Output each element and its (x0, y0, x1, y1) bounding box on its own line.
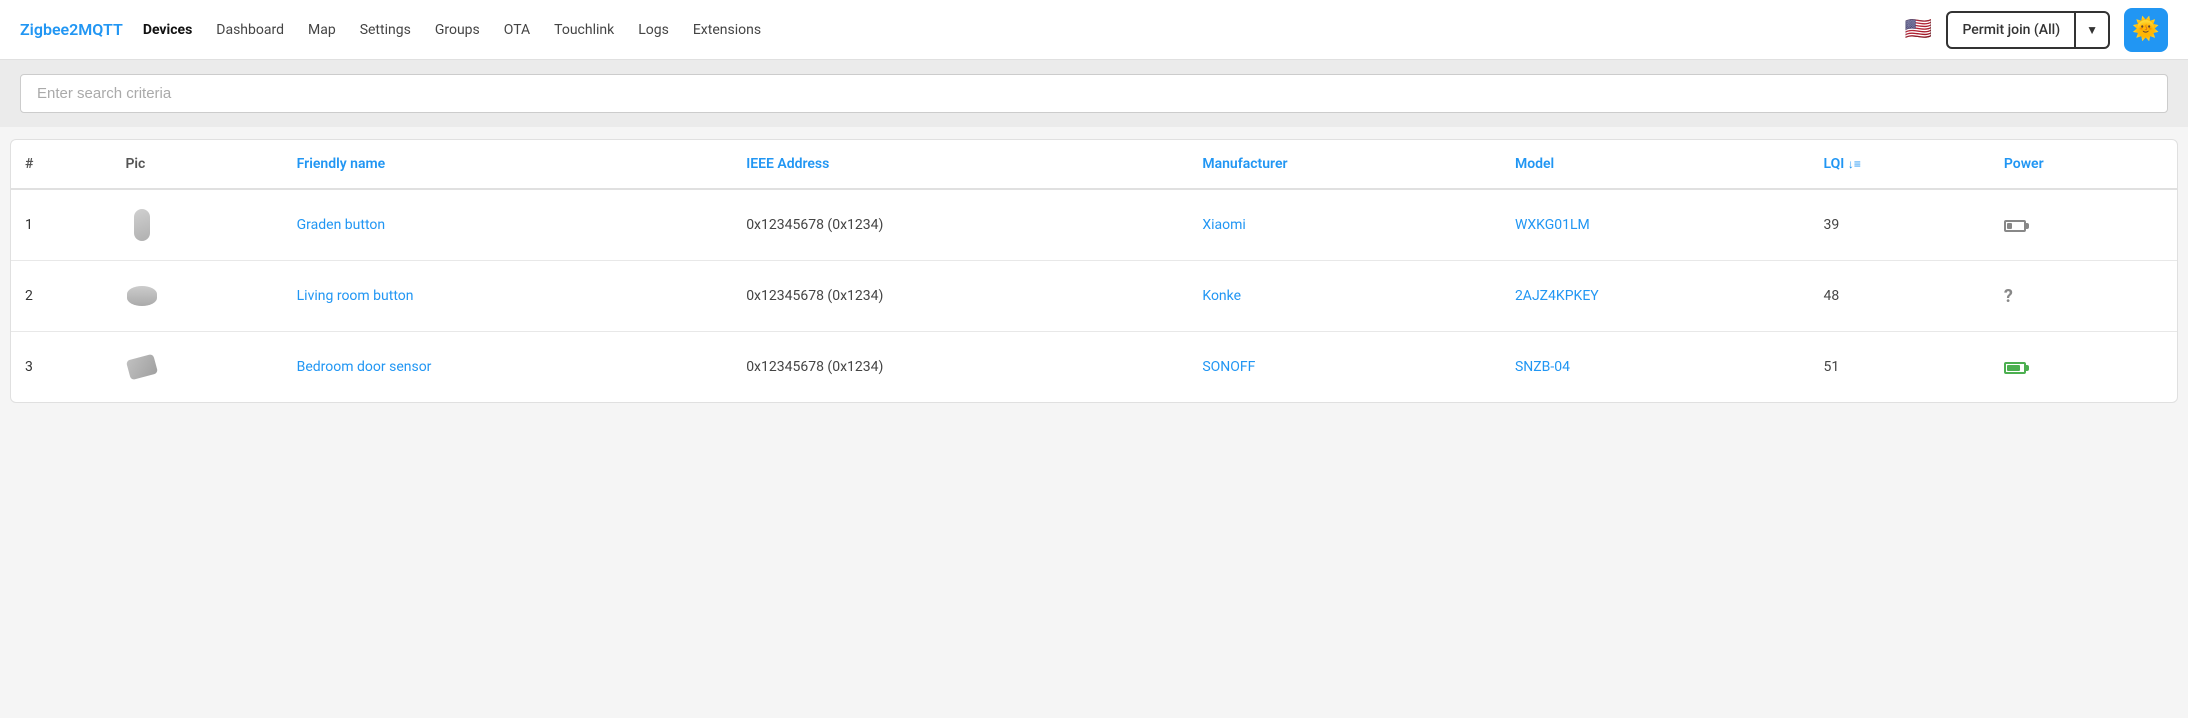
row-3-pic (111, 332, 282, 403)
row-2-num: 2 (11, 261, 111, 332)
nav-devices[interactable]: Devices (133, 16, 202, 44)
row-1-pic (111, 189, 282, 261)
row-3-model[interactable]: SNZB-04 (1501, 332, 1810, 403)
pill-icon (134, 209, 150, 241)
row-3-ieee: 0x12345678 (0x1234) (732, 332, 1188, 403)
nav-map[interactable]: Map (298, 16, 346, 44)
row-2-ieee: 0x12345678 (0x1234) (732, 261, 1188, 332)
table-row: 2 Living room button 0x12345678 (0x1234)… (11, 261, 2177, 332)
col-header-manufacturer[interactable]: Manufacturer (1188, 140, 1501, 189)
table-row: 3 Bedroom door sensor 0x12345678 (0x1234… (11, 332, 2177, 403)
lqi-sort-icon: ↓≡ (1848, 157, 1861, 171)
table-header-row: # Pic Friendly name IEEE Address Manufac… (11, 140, 2177, 189)
row-1-ieee: 0x12345678 (0x1234) (732, 189, 1188, 261)
sensor-icon (126, 354, 158, 381)
col-header-model[interactable]: Model (1501, 140, 1810, 189)
theme-toggle-button[interactable]: 🌞 (2124, 8, 2168, 52)
row-2-friendly-name[interactable]: Living room button (283, 261, 733, 332)
nav-settings[interactable]: Settings (350, 16, 421, 44)
row-2-manufacturer[interactable]: Konke (1188, 261, 1501, 332)
row-3-num: 3 (11, 332, 111, 403)
brand-link[interactable]: Zigbee2MQTT (20, 20, 123, 39)
nav-extensions[interactable]: Extensions (683, 16, 771, 44)
permit-join-label: Permit join (All) (1948, 22, 2074, 38)
col-header-num: # (11, 140, 111, 189)
col-header-pic: Pic (111, 140, 282, 189)
nav-touchlink[interactable]: Touchlink (544, 16, 624, 44)
row-3-lqi: 51 (1810, 332, 1990, 403)
navbar: Zigbee2MQTT Devices Dashboard Map Settin… (0, 0, 2188, 60)
devices-table: # Pic Friendly name IEEE Address Manufac… (11, 140, 2177, 402)
devices-table-wrap: # Pic Friendly name IEEE Address Manufac… (10, 139, 2178, 403)
permit-join-caret[interactable]: ▼ (2074, 13, 2108, 47)
device-icon-bedroom (125, 350, 159, 384)
row-1-manufacturer[interactable]: Xiaomi (1188, 189, 1501, 261)
battery-body (2004, 220, 2026, 232)
device-icon-living (125, 279, 159, 313)
permit-join-button[interactable]: Permit join (All) ▼ (1946, 11, 2110, 49)
nav-dashboard[interactable]: Dashboard (206, 16, 294, 44)
row-1-power (1990, 189, 2177, 261)
row-2-pic (111, 261, 282, 332)
battery-fill-full (2007, 365, 2021, 371)
battery-icon-full-green (2004, 362, 2026, 374)
power-unknown-icon: ? (2004, 286, 2013, 307)
nav-groups[interactable]: Groups (425, 16, 490, 44)
row-1-model[interactable]: WXKG01LM (1501, 189, 1810, 261)
row-3-manufacturer[interactable]: SONOFF (1188, 332, 1501, 403)
battery-fill (2007, 223, 2012, 229)
row-3-friendly-name[interactable]: Bedroom door sensor (283, 332, 733, 403)
search-input[interactable] (20, 74, 2168, 113)
row-2-power: ? (1990, 261, 2177, 332)
table-row: 1 Graden button 0x12345678 (0x1234) Xiao… (11, 189, 2177, 261)
col-header-friendly-name[interactable]: Friendly name (283, 140, 733, 189)
nav-ota[interactable]: OTA (494, 16, 540, 44)
search-bar-section (0, 60, 2188, 127)
row-3-power (1990, 332, 2177, 403)
row-2-model[interactable]: 2AJZ4KPKEY (1501, 261, 1810, 332)
row-1-lqi: 39 (1810, 189, 1990, 261)
col-header-ieee-address[interactable]: IEEE Address (732, 140, 1188, 189)
puck-icon (127, 286, 157, 306)
col-header-lqi[interactable]: LQI ↓≡ (1810, 140, 1990, 189)
battery-body-green (2004, 362, 2026, 374)
device-icon-graden (125, 208, 159, 242)
col-header-power: Power (1990, 140, 2177, 189)
row-1-friendly-name[interactable]: Graden button (283, 189, 733, 261)
nav-logs[interactable]: Logs (628, 16, 679, 44)
language-flag[interactable]: 🇺🇸 (1902, 14, 1934, 46)
row-1-num: 1 (11, 189, 111, 261)
sun-icon: 🌞 (2132, 17, 2159, 42)
battery-icon-low (2004, 220, 2026, 232)
row-2-lqi: 48 (1810, 261, 1990, 332)
